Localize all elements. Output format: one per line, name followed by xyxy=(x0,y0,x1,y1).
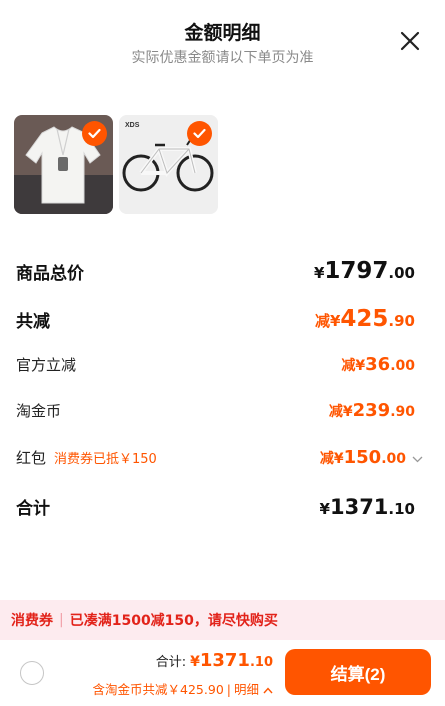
detail-link-label: 明细 xyxy=(234,682,260,697)
official-discount-amount: 减¥ 36.00 xyxy=(341,354,415,375)
sum-label: 合计 xyxy=(16,499,50,519)
row-total-discount: 共减 减¥ 425.90 xyxy=(16,306,415,332)
taojinbi-amount: 减¥ 239.90 xyxy=(328,400,415,421)
coupon-banner-text: 已凑满1500减150，请尽快购买 xyxy=(69,613,278,629)
coupon-applied-tag: 消费券已抵￥150 xyxy=(54,452,157,467)
coupon-banner-separator: | xyxy=(59,612,64,628)
footer-total-amount: 1371 xyxy=(199,650,250,671)
coupon-banner-label: 消费券 xyxy=(11,613,53,629)
selected-check-icon[interactable] xyxy=(187,121,212,146)
product-thumb-shirt[interactable] xyxy=(14,115,113,214)
row-sum: 合计 ¥1371.10 xyxy=(16,494,415,520)
coupon-banner: 消费券 | 已凑满1500减150，请尽快购买 xyxy=(0,600,445,640)
total-discount-amount: 减¥ 425.90 xyxy=(314,306,415,332)
checkout-button[interactable]: 结算(2) xyxy=(285,649,431,695)
row-goods-total: 商品总价 ¥1797.00 xyxy=(16,258,415,284)
chevron-down-icon[interactable] xyxy=(412,452,423,466)
selected-check-icon[interactable] xyxy=(82,121,107,146)
taojinbi-label: 淘金币 xyxy=(16,402,62,420)
header: 金额明细 实际优惠金额请以下单页为准 xyxy=(0,0,445,80)
footer-discount-text: 含淘金币共减￥425.90 xyxy=(92,682,224,697)
page-title: 金额明细 xyxy=(184,22,261,44)
product-thumb-bicycle[interactable]: XDS xyxy=(119,115,218,214)
chevron-up-icon xyxy=(263,687,273,694)
page-subtitle: 实际优惠金额请以下单页为准 xyxy=(131,50,314,66)
goods-total-amount: ¥1797.00 xyxy=(313,258,415,284)
total-discount-label: 共减 xyxy=(16,311,50,332)
row-taojinbi: 淘金币 减¥ 239.90 xyxy=(16,400,415,421)
checkout-footer: 合计: ¥1371.10 含淘金币共减￥425.90 | 明细 结算(2) xyxy=(0,640,445,706)
select-all-radio[interactable] xyxy=(20,661,44,685)
goods-total-label: 商品总价 xyxy=(16,263,84,284)
close-icon xyxy=(400,31,420,51)
sum-amount: ¥1371.10 xyxy=(319,494,415,519)
product-thumbnails: XDS xyxy=(14,115,218,214)
red-packet-amount[interactable]: 减¥ 150.00 xyxy=(320,447,423,468)
footer-total-label: 合计: xyxy=(155,655,187,670)
svg-text:XDS: XDS xyxy=(125,122,140,129)
footer-detail-link[interactable]: 含淘金币共减￥425.90 | 明细 xyxy=(93,679,273,698)
row-red-packet[interactable]: 红包 消费券已抵￥150 减¥ 150.00 xyxy=(16,447,423,468)
red-packet-label: 红包 消费券已抵￥150 xyxy=(16,449,157,467)
row-official-discount: 官方立减 减¥ 36.00 xyxy=(16,354,415,375)
official-discount-label: 官方立减 xyxy=(16,356,77,374)
close-button[interactable] xyxy=(399,30,421,52)
footer-total: 合计: ¥1371.10 xyxy=(155,650,273,671)
